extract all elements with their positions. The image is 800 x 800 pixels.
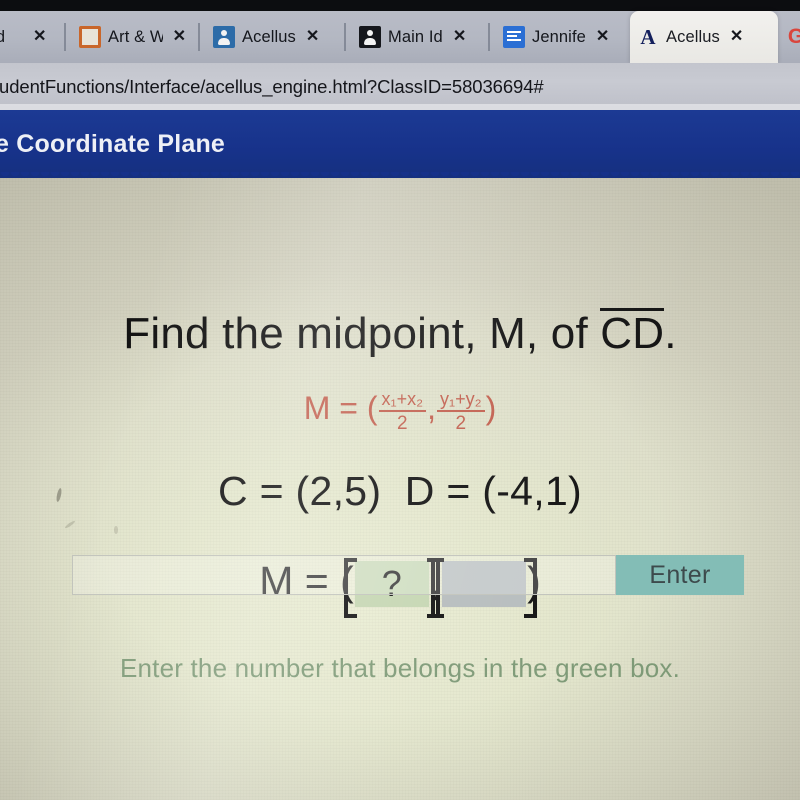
browser-tab-google[interactable]: G: [778, 11, 800, 63]
browser-top-strip: [0, 0, 800, 11]
given-points: C = (2,5) D = (-4,1): [0, 468, 800, 515]
tab-close-icon[interactable]: ✕: [170, 27, 189, 47]
formula-rhs: ): [485, 390, 497, 427]
acellus-logo-icon: A: [640, 25, 656, 49]
screen-smudge: [114, 526, 118, 534]
question-text: Find the midpoint, M, of CD.: [0, 308, 800, 359]
segment-cd-overline: CD: [600, 308, 665, 358]
browser-tab-dashboard[interactable]: ard ✕: [0, 11, 62, 63]
formula-y-fraction: y₁+y₂ 2: [437, 389, 485, 434]
formula-lhs: M = (: [303, 390, 378, 427]
address-bar-url: tudentFunctions/Interface/acellus_engine…: [0, 75, 544, 97]
google-icon: G: [787, 25, 800, 48]
midpoint-formula: M = (x₁+x₂ 2, y₁+y₂ 2): [0, 388, 800, 435]
tab-title: Main Id: [388, 27, 443, 46]
tab-divider: [198, 23, 200, 51]
tab-title: Art & W: [108, 27, 163, 46]
enter-button[interactable]: Enter: [616, 555, 744, 595]
google-docs-icon: [503, 26, 525, 48]
formula-x-denominator: 2: [397, 413, 408, 435]
point-d-value: D = (-4,1): [404, 468, 583, 514]
question-prefix: Find the midpoint, M, of: [123, 309, 601, 358]
formula-y-numerator: y₁+y₂: [437, 389, 485, 413]
tab-title: Acellus: [242, 27, 296, 46]
browser-chrome: ard ✕ Art & W ✕ Acellus ✕ Main Id: [0, 0, 800, 118]
course-header-bar: e Coordinate Plane: [0, 110, 800, 178]
tab-close-icon[interactable]: ✕: [593, 27, 612, 47]
screen-smudge: [64, 519, 76, 530]
tab-title: ard: [0, 27, 6, 46]
person-badge-blue-icon: [213, 26, 235, 48]
formula-x-fraction: x₁+x₂ 2: [378, 389, 427, 435]
browser-tab-strip: ard ✕ Art & W ✕ Acellus ✕ Main Id: [0, 11, 800, 63]
person-badge-dark-icon: [359, 26, 381, 48]
formula-x-numerator: x₁+x₂: [378, 389, 427, 413]
browser-tab-art-and-w[interactable]: Art & W ✕: [72, 11, 196, 63]
tab-close-icon[interactable]: ✕: [727, 27, 746, 47]
answer-entry-row: Enter: [72, 555, 744, 595]
tab-close-icon[interactable]: ✕: [303, 27, 322, 47]
formula-separator: ,: [427, 390, 436, 427]
tab-close-icon[interactable]: ✕: [450, 27, 469, 47]
formula-y-denominator: 2: [455, 413, 467, 435]
answer-input[interactable]: [72, 555, 616, 595]
instruction-text: Enter the number that belongs in the gre…: [119, 653, 681, 683]
tab-close-icon[interactable]: ✕: [30, 27, 49, 47]
browser-tab-acellus-active[interactable]: A Acellus ✕: [630, 11, 778, 63]
address-bar[interactable]: tudentFunctions/Interface/acellus_engine…: [0, 63, 800, 110]
art-square-icon: [79, 26, 101, 48]
browser-tab-acellus-1[interactable]: Acellus ✕: [206, 11, 342, 63]
given-spacer: [381, 468, 404, 514]
browser-tab-main-id[interactable]: Main Id ✕: [352, 11, 486, 63]
tab-divider: [64, 23, 66, 51]
tab-title: Jennife: [532, 27, 586, 46]
point-c-value: C = (2,5): [217, 468, 382, 514]
lesson-content-area: Find the midpoint, M, of CD. M = (x₁+x₂ 2…: [0, 178, 800, 800]
tab-title: Acellus: [666, 27, 720, 46]
course-title: e Coordinate Plane: [0, 129, 226, 158]
tab-divider: [488, 23, 490, 51]
tab-divider: [344, 23, 346, 51]
screenshot-root: ard ✕ Art & W ✕ Acellus ✕ Main Id: [0, 0, 800, 800]
question-suffix: .: [664, 309, 677, 358]
browser-tab-jennifer-doc[interactable]: Jennife ✕: [496, 11, 630, 63]
